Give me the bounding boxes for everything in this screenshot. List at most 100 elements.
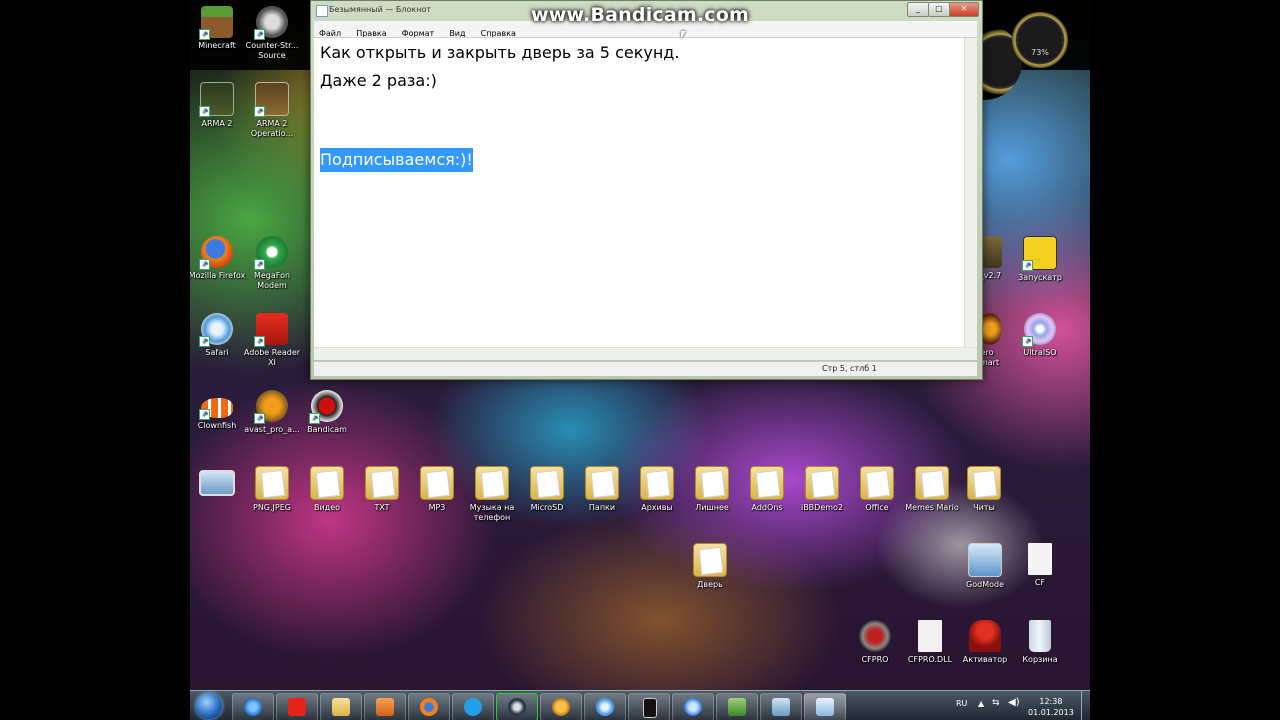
folder-icon	[695, 466, 729, 500]
taskbar: RU ▲ ⇆ ◀) 12:38 01.01.2013	[190, 690, 1090, 720]
mouse-cursor-icon	[681, 31, 686, 39]
megafon-icon: ↗	[254, 236, 288, 270]
media-player-icon	[376, 698, 394, 716]
internet-explorer-icon	[244, 698, 262, 716]
text-line: Как открыть и закрыть дверь за 5 секунд.	[320, 43, 680, 62]
arma2-oa-icon: ↗	[254, 82, 289, 117]
taskbar-phone[interactable]	[628, 693, 670, 720]
folder-icon	[365, 466, 399, 500]
taskbar-media-player[interactable]	[364, 693, 406, 720]
desktop-icon-counter-strike[interactable]: ↗ Counter-Str... Source	[239, 6, 305, 61]
phone-icon	[643, 698, 657, 718]
explorer-icon	[332, 698, 350, 716]
folder-icon	[967, 466, 1001, 500]
close-button[interactable]: ✕	[949, 2, 979, 17]
horizontal-scrollbar[interactable]	[314, 347, 977, 360]
folder-door[interactable]: Дверь	[677, 543, 743, 590]
taskbar-safari[interactable]	[584, 693, 626, 720]
desktop-icon-ultraiso[interactable]: ↗ UltraISO	[1007, 313, 1073, 358]
counter-strike-icon: ↗	[254, 6, 288, 40]
maximize-button[interactable]: □	[928, 2, 950, 17]
computer-icon	[199, 470, 235, 496]
selected-text-line: Подписываемся:)!	[320, 148, 473, 172]
desktop-icon-recycle-bin[interactable]: Корзина	[1007, 620, 1073, 665]
taskbar-explorer[interactable]	[320, 693, 362, 720]
window-title: Безымянный — Блокнот	[329, 5, 432, 14]
taskbar-window-1[interactable]	[716, 693, 758, 720]
taskbar-steam[interactable]	[496, 693, 538, 720]
adobe-reader-icon: ↗	[254, 313, 288, 347]
status-bar: Стр 5, стлб 1	[314, 361, 977, 376]
skype-icon	[464, 698, 482, 716]
folder-icon	[915, 466, 949, 500]
steam-icon	[508, 698, 526, 716]
taskbar-ie[interactable]	[232, 693, 274, 720]
text-line: Даже 2 раза:)	[320, 71, 437, 90]
minimize-button[interactable]: _	[907, 2, 929, 17]
clock-date: 01.01.2013	[1028, 708, 1074, 717]
yandex-browser-icon	[288, 698, 306, 716]
tray-expand-icon[interactable]: ▲	[978, 699, 984, 708]
safari-icon: ↗	[199, 313, 233, 347]
firefox-icon	[420, 698, 438, 716]
window-icon	[728, 698, 746, 716]
language-indicator[interactable]: RU	[956, 699, 967, 708]
folder-icon	[530, 466, 564, 500]
notepad-window[interactable]: Безымянный — Блокнот _ □ ✕ Файл Правка Ф…	[310, 0, 983, 380]
desktop-icon-arma2-oa[interactable]: ↗ ARMA 2 Operatio...	[239, 82, 305, 139]
clock-time: 12:38	[1039, 697, 1063, 706]
itunes-icon	[684, 698, 702, 716]
taskbar-app-info[interactable]	[540, 693, 582, 720]
taskbar-firefox[interactable]	[408, 693, 450, 720]
volume-icon[interactable]: ◀)	[1008, 697, 1020, 708]
cfpro-icon	[859, 620, 891, 652]
launcher-icon: ↗	[1022, 236, 1057, 271]
network-icon[interactable]: ⇆	[992, 698, 1000, 708]
folder-icon	[693, 543, 727, 577]
notepad-icon	[316, 5, 328, 17]
folder-icon	[805, 466, 839, 500]
folder-icon	[310, 466, 344, 500]
folder-icon	[640, 466, 674, 500]
arma2-icon: ↗	[199, 82, 234, 117]
desktop-icon-bandicam[interactable]: ↗ Bandicam	[294, 390, 360, 435]
taskbar-yandex[interactable]	[276, 693, 318, 720]
taskbar-itunes[interactable]	[672, 693, 714, 720]
taskbar-skype[interactable]	[452, 693, 494, 720]
desktop-icon-megafon[interactable]: ↗ MegaFon Modem	[239, 236, 305, 291]
folder-icon	[420, 466, 454, 500]
recycle-bin-icon	[1029, 620, 1051, 652]
desktop-icon-cf[interactable]: CF	[1007, 543, 1073, 588]
folder-icon	[860, 466, 894, 500]
ram-gauge-gadget: 73%	[1012, 12, 1068, 68]
ultraiso-icon: ↗	[1022, 313, 1056, 347]
dll-file-icon	[918, 620, 942, 652]
start-button[interactable]	[196, 693, 222, 719]
clownfish-icon: ↗	[199, 398, 233, 420]
text-editor[interactable]: Как открыть и закрыть дверь за 5 секунд.…	[314, 37, 977, 348]
notepad-icon	[816, 698, 834, 716]
folder-icon	[750, 466, 784, 500]
folder-icon	[255, 466, 289, 500]
taskbar-notepad[interactable]	[804, 693, 846, 720]
vertical-scrollbar[interactable]	[964, 38, 977, 348]
firefox-icon: ↗	[199, 236, 233, 270]
minecraft-icon: ↗	[199, 6, 233, 40]
bandicam-icon: ↗	[309, 390, 343, 424]
godmode-icon	[968, 543, 1002, 577]
taskbar-window-2[interactable]	[760, 693, 802, 720]
app-icon	[982, 236, 1002, 268]
clock[interactable]: 12:38 01.01.2013	[1028, 696, 1074, 718]
show-desktop-button[interactable]	[1081, 691, 1090, 720]
desktop-icon-adobe-reader[interactable]: ↗ Adobe Reader XI	[239, 313, 305, 368]
desktop-icon-launcher[interactable]: ↗ Запускатр	[1007, 236, 1073, 283]
monitor-icon	[772, 698, 790, 716]
folder-icon	[475, 466, 509, 500]
folder-icon	[585, 466, 619, 500]
activator-icon	[969, 620, 1001, 652]
folder-cheats[interactable]: Читы	[951, 466, 1017, 513]
selected-text: Подписываемся:)!	[320, 148, 473, 172]
avast-icon: ↗	[254, 390, 288, 424]
safari-icon	[596, 698, 614, 716]
cursor-position: Стр 5, стлб 1	[822, 364, 877, 373]
